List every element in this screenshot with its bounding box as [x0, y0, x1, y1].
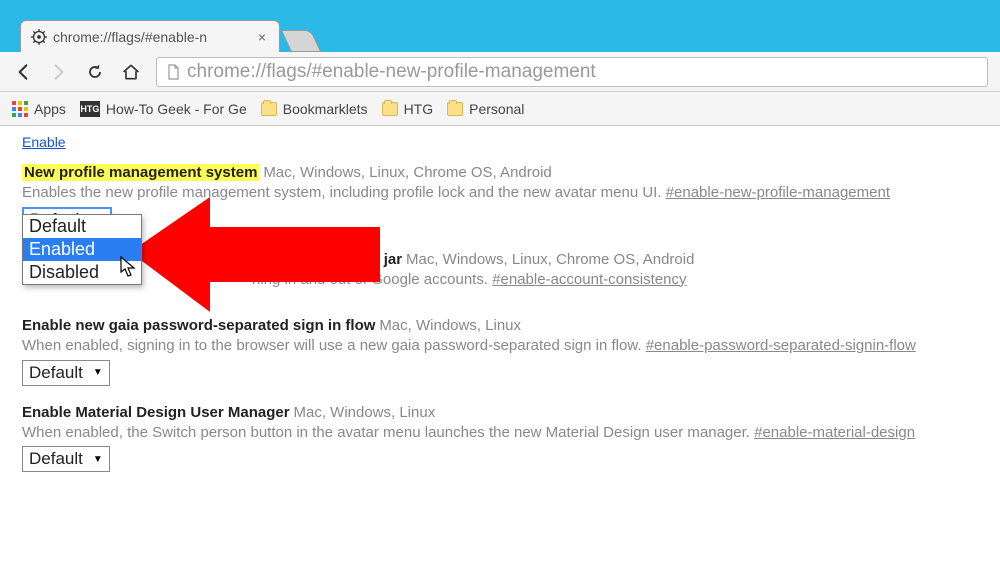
enable-link[interactable]: Enable: [22, 134, 66, 150]
flag-title: ency bet en browser and cookie jar: [152, 251, 402, 268]
htg-icon: HTG: [80, 101, 100, 117]
forward-button: [48, 61, 70, 83]
bookmark-label: Personal: [469, 101, 524, 117]
bookmark-folder-htg[interactable]: HTG: [382, 101, 434, 117]
tab-close-button[interactable]: ×: [255, 29, 269, 45]
flag-hash[interactable]: #enable-new-profile-management: [666, 184, 890, 201]
bookmarks-bar: Apps HTG How-To Geek - For Ge Bookmarkle…: [0, 92, 1000, 126]
flag-select[interactable]: Default ▼: [22, 360, 110, 386]
flag-platforms: Mac, Windows, Linux: [379, 317, 521, 334]
nav-bar: chrome://flags/#enable-new-profile-manag…: [0, 52, 1000, 92]
bookmark-label: HTG: [404, 101, 434, 117]
back-button[interactable]: [12, 61, 34, 83]
flag-platforms: Mac, Windows, Linux, Chrome OS, Android: [406, 251, 694, 268]
flag-title: Enable Material Design User Manager: [22, 404, 290, 421]
dropdown-option-default[interactable]: Default: [23, 215, 141, 238]
flag-title: New profile management system: [22, 164, 259, 181]
page-content: Enable New profile management system Mac…: [0, 126, 1000, 498]
apps-bookmark[interactable]: Apps: [12, 101, 66, 117]
bookmark-label: How-To Geek - For Ge: [106, 101, 247, 117]
dropdown-menu: Default Enabled Disabled: [22, 214, 142, 285]
chevron-down-icon: ▼: [93, 454, 103, 465]
reload-button[interactable]: [84, 61, 106, 83]
apps-icon: [12, 101, 28, 117]
new-tab-button[interactable]: [281, 30, 321, 52]
title-bar: chrome://flags/#enable-n ×: [0, 0, 1000, 52]
bookmark-htg[interactable]: HTG How-To Geek - For Ge: [80, 101, 247, 117]
dropdown-option-disabled[interactable]: Disabled: [23, 261, 141, 284]
tab-favicon: [31, 29, 47, 45]
flag-hash[interactable]: #enable-material-design: [754, 424, 915, 441]
flag-description: ning in and out of Google accounts. #ena…: [252, 270, 978, 290]
browser-tab[interactable]: chrome://flags/#enable-n ×: [20, 20, 280, 52]
chevron-down-icon: ▼: [93, 367, 103, 378]
folder-icon: [447, 102, 463, 116]
flag-description: When enabled, the Switch person button i…: [22, 423, 978, 443]
page-icon: [165, 64, 181, 80]
flag-item: New profile management system Mac, Windo…: [22, 164, 978, 233]
flag-item: Enable Material Design User Manager Mac,…: [22, 404, 978, 473]
dropdown-option-enabled[interactable]: Enabled: [23, 238, 141, 261]
bookmark-folder-bookmarklets[interactable]: Bookmarklets: [261, 101, 368, 117]
select-value: Default: [29, 363, 83, 383]
flag-item: Enable new gaia password-separated sign …: [22, 317, 978, 386]
url-text: chrome://flags/#enable-new-profile-manag…: [187, 61, 596, 83]
apps-label: Apps: [34, 101, 66, 117]
bookmark-label: Bookmarklets: [283, 101, 368, 117]
bookmark-folder-personal[interactable]: Personal: [447, 101, 524, 117]
folder-icon: [382, 102, 398, 116]
flag-title: Enable new gaia password-separated sign …: [22, 317, 375, 334]
flag-description: When enabled, signing in to the browser …: [22, 336, 978, 356]
flag-select[interactable]: Default ▼: [22, 446, 110, 472]
folder-icon: [261, 102, 277, 116]
flag-platforms: Mac, Windows, Linux, Chrome OS, Android: [263, 164, 551, 181]
flag-item: ency bet en browser and cookie jar Mac, …: [152, 251, 978, 290]
flag-hash[interactable]: #enable-account-consistency: [492, 271, 686, 288]
flag-platforms: Mac, Windows, Linux: [293, 404, 435, 421]
url-bar[interactable]: chrome://flags/#enable-new-profile-manag…: [156, 57, 988, 87]
home-button[interactable]: [120, 61, 142, 83]
select-value: Default: [29, 449, 83, 469]
flag-description: Enables the new profile management syste…: [22, 183, 978, 203]
flag-hash[interactable]: #enable-password-separated-signin-flow: [646, 337, 916, 354]
tab-title: chrome://flags/#enable-n: [53, 29, 249, 45]
